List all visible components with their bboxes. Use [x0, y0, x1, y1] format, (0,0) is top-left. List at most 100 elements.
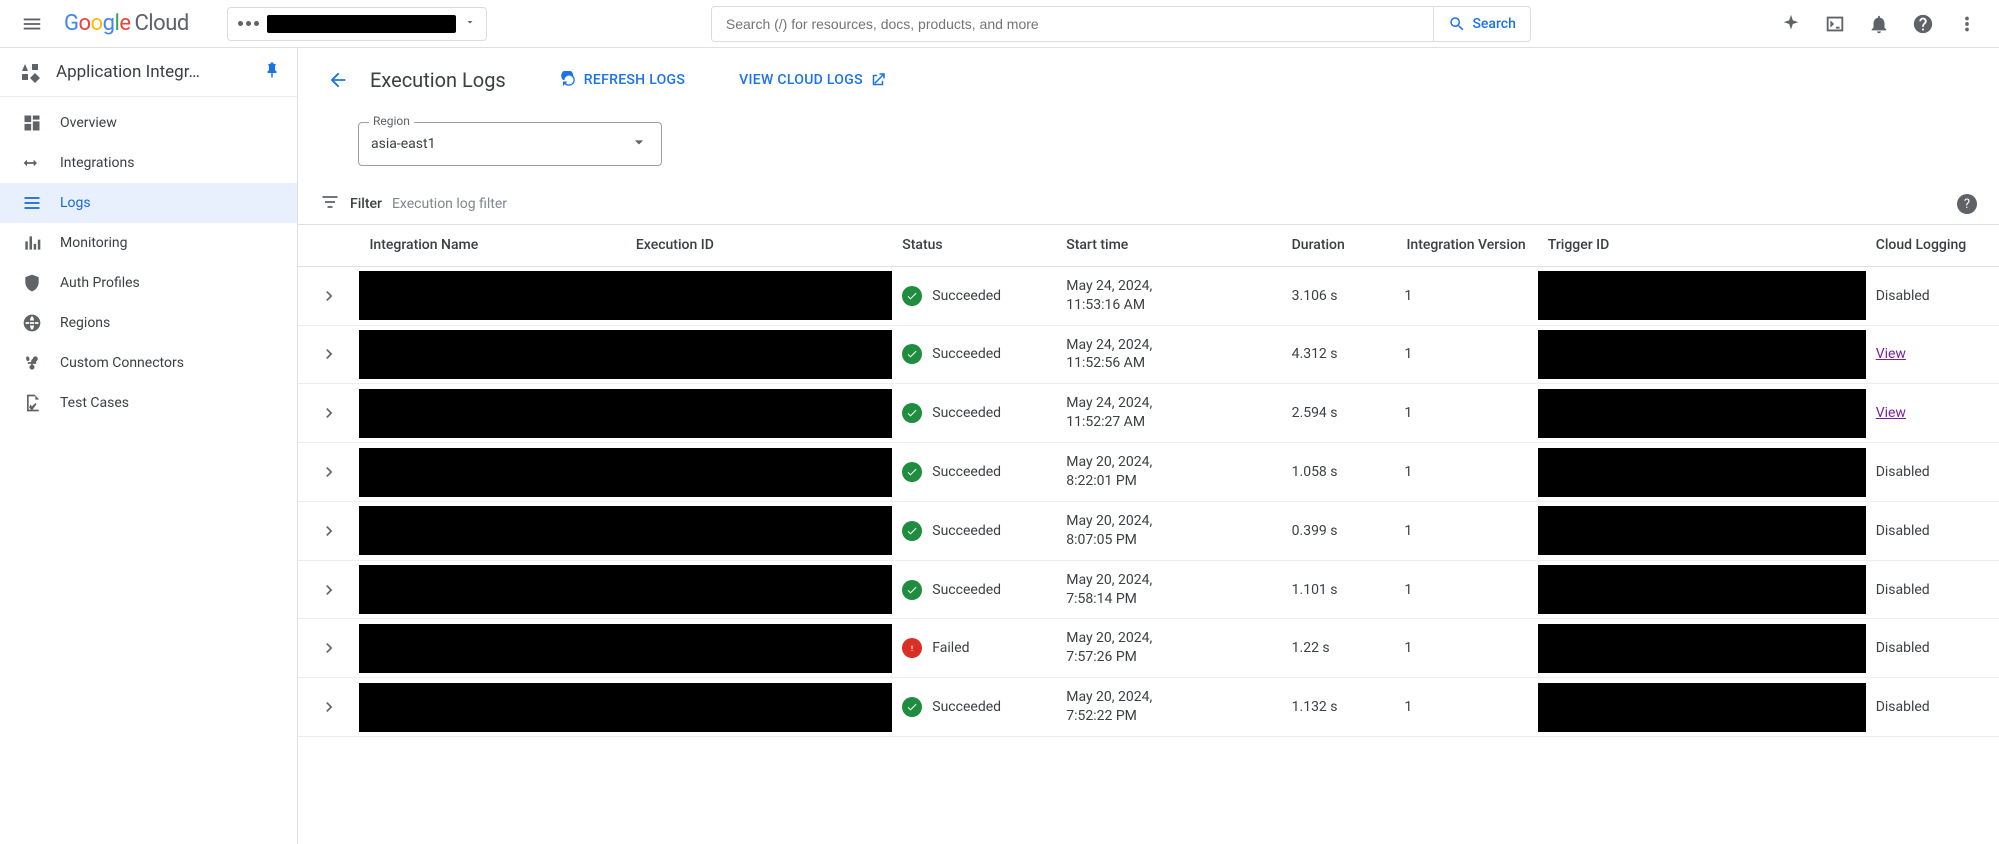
start-time: May 24, 2024,11:52:27 AM: [1066, 394, 1271, 432]
expand-row-button[interactable]: [315, 282, 343, 310]
view-cloud-logs-button[interactable]: VIEW CLOUD LOGS: [739, 71, 887, 89]
table-row: SucceededMay 24, 2024,11:52:27 AM2.594 s…: [298, 384, 1999, 443]
help-button[interactable]: [1903, 4, 1943, 44]
col-duration[interactable]: Duration: [1282, 225, 1395, 266]
sidebar-item-logs[interactable]: Logs: [0, 183, 297, 223]
sidebar-item-label: Overview: [60, 115, 117, 131]
filter-help-button[interactable]: ?: [1957, 194, 1977, 214]
expand-row-button[interactable]: [315, 340, 343, 368]
status-cell: Succeeded: [902, 521, 1046, 541]
region-value: asia-east1: [371, 136, 629, 152]
version-value: 1: [1404, 288, 1412, 304]
globe-icon: [22, 313, 42, 333]
cloud-logging-value: Disabled: [1876, 640, 1930, 656]
hamburger-icon: [21, 13, 43, 35]
check-circle-icon: [902, 344, 922, 364]
start-time: May 20, 2024,8:07:05 PM: [1066, 512, 1271, 550]
gemini-button[interactable]: [1771, 4, 1811, 44]
sidebar-item-regions[interactable]: Regions: [0, 303, 297, 343]
expand-row-button[interactable]: [315, 458, 343, 486]
region-select[interactable]: Region asia-east1: [358, 122, 662, 166]
cloud-logging-view-link[interactable]: View: [1876, 405, 1906, 421]
duration-value: 0.399 s: [1292, 523, 1338, 539]
check-circle-icon: [902, 697, 922, 717]
status-cell: Succeeded: [902, 344, 1046, 364]
start-time: May 20, 2024,7:58:14 PM: [1066, 571, 1271, 609]
logs-table: Integration Name Execution ID Status Sta…: [298, 225, 1999, 737]
project-name-redacted: [267, 15, 456, 33]
pin-button[interactable]: [263, 61, 281, 83]
execution-id-redacted: [626, 506, 892, 555]
more-button[interactable]: [1947, 4, 1987, 44]
start-time: May 24, 2024,11:53:16 AM: [1066, 277, 1271, 315]
trigger-id-redacted: [1538, 506, 1866, 555]
col-cloud-logging[interactable]: Cloud Logging: [1866, 225, 1999, 266]
trigger-id-redacted: [1538, 271, 1866, 320]
shield-icon: [22, 273, 42, 293]
caret-down-icon: [464, 16, 476, 32]
notifications-button[interactable]: [1859, 4, 1899, 44]
check-circle-icon: [902, 580, 922, 600]
sparkle-icon: [1780, 13, 1802, 35]
menu-button[interactable]: [12, 4, 52, 44]
page-title: Execution Logs: [370, 68, 506, 92]
search-box: Search: [711, 6, 1531, 42]
chevron-right-icon: [319, 286, 339, 306]
search-button-label: Search: [1472, 16, 1515, 32]
search-wrap: Search: [495, 6, 1747, 42]
cloud-shell-button[interactable]: [1815, 4, 1855, 44]
execution-id-redacted: [626, 389, 892, 438]
google-cloud-logo[interactable]: Google Cloud: [64, 11, 189, 36]
search-input[interactable]: [712, 7, 1434, 41]
sidebar-item-label: Integrations: [60, 155, 134, 171]
sidebar-item-monitoring[interactable]: Monitoring: [0, 223, 297, 263]
col-execution-id[interactable]: Execution ID: [626, 225, 892, 266]
sidebar-item-overview[interactable]: Overview: [0, 103, 297, 143]
expand-row-button[interactable]: [315, 634, 343, 662]
col-trigger-id[interactable]: Trigger ID: [1538, 225, 1866, 266]
col-integration-name[interactable]: Integration Name: [359, 225, 625, 266]
sidebar-title: Application Integr…: [56, 62, 249, 82]
status-cell: Failed: [902, 638, 1046, 658]
expand-row-button[interactable]: [315, 576, 343, 604]
chevron-right-icon: [319, 462, 339, 482]
execution-id-redacted: [626, 330, 892, 379]
execution-id-redacted: [626, 565, 892, 614]
back-button[interactable]: [320, 62, 356, 98]
list-icon: [22, 193, 42, 213]
trigger-id-redacted: [1538, 624, 1866, 673]
filter-label: Filter: [350, 196, 382, 212]
table-row: SucceededMay 24, 2024,11:52:56 AM4.312 s…: [298, 325, 1999, 384]
region-label: Region: [369, 114, 414, 128]
refresh-logs-button[interactable]: REFRESH LOGS: [560, 71, 685, 89]
region-row: Region asia-east1: [298, 108, 1999, 184]
expand-row-button[interactable]: [315, 399, 343, 427]
table-row: SucceededMay 24, 2024,11:53:16 AM3.106 s…: [298, 266, 1999, 325]
project-selector[interactable]: [227, 7, 487, 41]
nav-list: Overview Integrations Logs Monitoring Auth P…: [0, 97, 297, 429]
search-button[interactable]: Search: [1433, 7, 1529, 41]
sidebar-item-integrations[interactable]: Integrations: [0, 143, 297, 183]
col-status[interactable]: Status: [892, 225, 1056, 266]
sidebar-item-test-cases[interactable]: Test Cases: [0, 383, 297, 423]
version-value: 1: [1404, 464, 1412, 480]
view-cloud-logs-label: VIEW CLOUD LOGS: [739, 72, 863, 88]
filter-row[interactable]: Filter Execution log filter ?: [298, 184, 1999, 225]
sidebar-item-label: Monitoring: [60, 235, 128, 251]
version-value: 1: [1404, 640, 1412, 656]
sidebar-item-custom-connectors[interactable]: Custom Connectors: [0, 343, 297, 383]
trigger-id-redacted: [1538, 683, 1866, 732]
terminal-icon: [1824, 13, 1846, 35]
sidebar-item-label: Regions: [60, 315, 110, 331]
expand-row-button[interactable]: [315, 693, 343, 721]
status-cell: Succeeded: [902, 697, 1046, 717]
sidebar-item-auth-profiles[interactable]: Auth Profiles: [0, 263, 297, 303]
status-text: Succeeded: [932, 699, 1001, 715]
status-cell: Succeeded: [902, 403, 1046, 423]
col-integration-version[interactable]: Integration Version: [1394, 225, 1537, 266]
table-header: Integration Name Execution ID Status Sta…: [298, 225, 1999, 266]
col-start-time[interactable]: Start time: [1056, 225, 1281, 266]
expand-row-button[interactable]: [315, 517, 343, 545]
cloud-logging-view-link[interactable]: View: [1876, 346, 1906, 362]
chevron-right-icon: [319, 403, 339, 423]
